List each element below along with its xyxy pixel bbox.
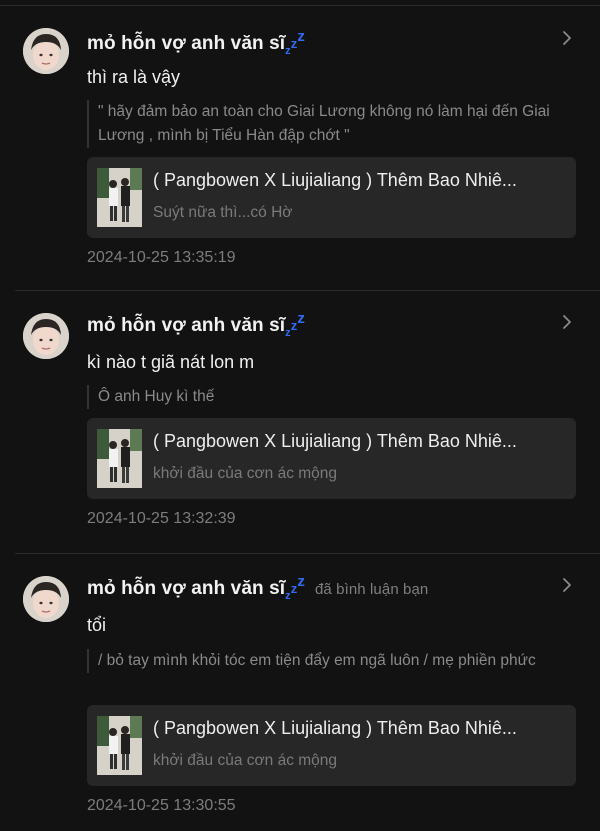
avatar-image xyxy=(23,28,69,74)
avatar[interactable] xyxy=(23,313,69,359)
story-card[interactable]: ( Pangbowen X Liujialiang ) Thêm Bao Nhi… xyxy=(87,418,576,499)
comment-text: thì ra là vậy xyxy=(87,67,181,87)
notification-item[interactable]: mỏ hỗn vợ anh văn sĩzzz thì ra là vậy " … xyxy=(0,0,600,290)
username[interactable]: mỏ hỗn vợ anh văn sĩzzz xyxy=(87,310,305,339)
avatar-image xyxy=(23,313,69,359)
chapter-title: khởi đầu của cơn ác mộng xyxy=(153,465,338,482)
notification-item[interactable]: mỏ hỗn vợ anh văn sĩzzz kì nào t giã nát… xyxy=(0,291,600,553)
quoted-text: Ô anh Huy kì thế xyxy=(87,385,578,409)
avatar[interactable] xyxy=(23,576,69,622)
story-cover-image xyxy=(97,429,142,488)
chevron-right-icon[interactable] xyxy=(558,313,576,331)
chapter-title: khởi đầu của cơn ác mộng xyxy=(153,752,338,769)
story-card[interactable]: ( Pangbowen X Liujialiang ) Thêm Bao Nhi… xyxy=(87,705,576,786)
story-title: ( Pangbowen X Liujialiang ) Thêm Bao Nhi… xyxy=(153,170,517,190)
comment-text: tổi xyxy=(87,615,107,635)
notification-item[interactable]: mỏ hỗn vợ anh văn sĩzzz đã bình luận bạn … xyxy=(0,554,600,831)
username[interactable]: mỏ hỗn vợ anh văn sĩzzz xyxy=(87,28,305,57)
username-text: mỏ hỗn vợ anh văn sĩ xyxy=(87,33,286,54)
story-card[interactable]: ( Pangbowen X Liujialiang ) Thêm Bao Nhi… xyxy=(87,157,576,238)
timestamp: 2024-10-25 13:30:55 xyxy=(87,797,236,814)
avatar[interactable] xyxy=(23,28,69,74)
quoted-text: " hãy đảm bảo an toàn cho Giai Lương khô… xyxy=(87,100,578,148)
chevron-right-icon[interactable] xyxy=(558,29,576,47)
story-cover-image xyxy=(97,716,142,775)
quoted-text: / bỏ tay mình khỏi tóc em tiện đẩy em ng… xyxy=(87,649,578,673)
chevron-right-icon[interactable] xyxy=(558,576,576,594)
story-title: ( Pangbowen X Liujialiang ) Thêm Bao Nhi… xyxy=(153,431,517,451)
sleep-zzz-icon: zzz xyxy=(285,573,305,602)
username-text: mỏ hỗn vợ anh văn sĩ xyxy=(87,578,286,599)
sleep-zzz-icon: zzz xyxy=(285,28,305,57)
story-title: ( Pangbowen X Liujialiang ) Thêm Bao Nhi… xyxy=(153,718,517,738)
username-text: mỏ hỗn vợ anh văn sĩ xyxy=(87,315,286,336)
username[interactable]: mỏ hỗn vợ anh văn sĩzzz đã bình luận bạn xyxy=(87,573,428,602)
action-text: đã bình luận bạn xyxy=(314,581,429,598)
timestamp: 2024-10-25 13:32:39 xyxy=(87,510,236,527)
comment-text: kì nào t giã nát lon m xyxy=(87,352,255,372)
sleep-zzz-icon: zzz xyxy=(285,310,305,339)
chapter-title: Suýt nữa thì...có Hờ xyxy=(153,204,293,221)
timestamp: 2024-10-25 13:35:19 xyxy=(87,249,236,266)
story-cover-image xyxy=(97,168,142,227)
avatar-image xyxy=(23,576,69,622)
